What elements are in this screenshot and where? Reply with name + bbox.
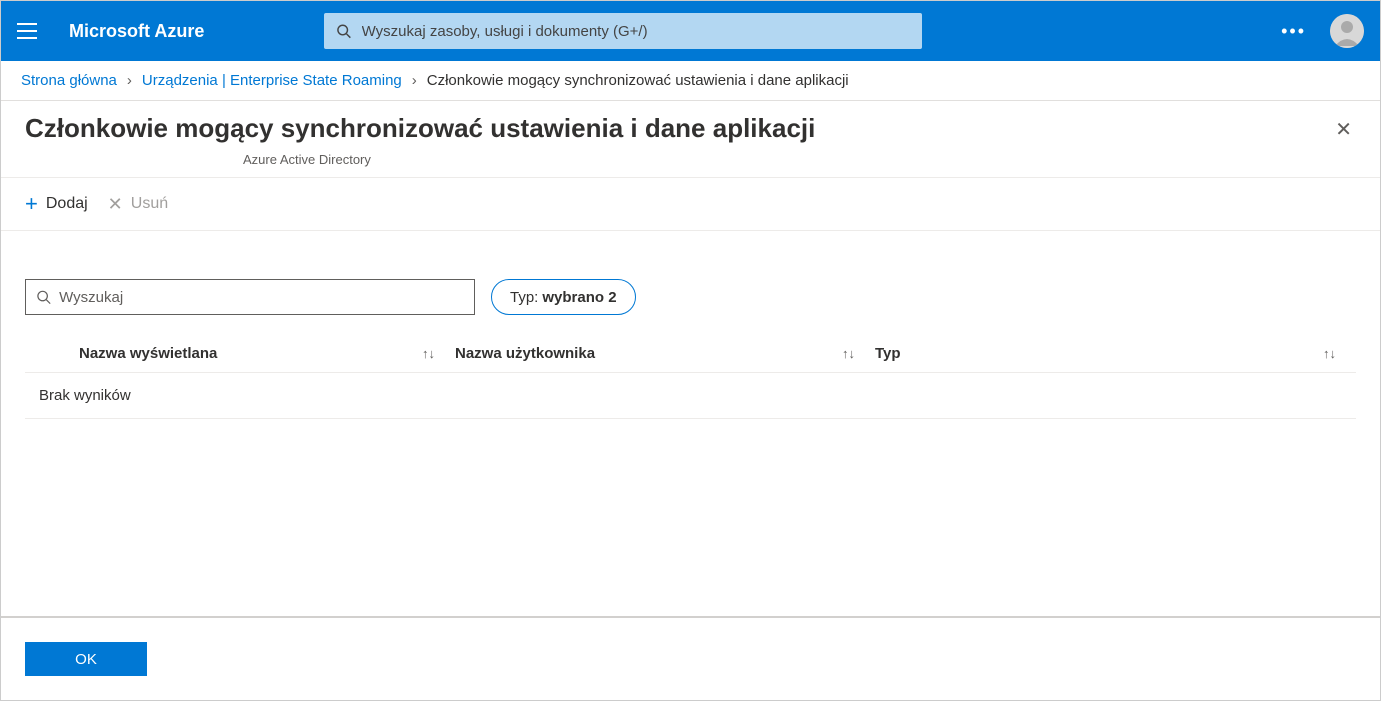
breadcrumb-devices[interactable]: Urządzenia | Enterprise State Roaming (142, 72, 402, 89)
toolbar: + Dodaj ✕ Usuń (1, 177, 1380, 231)
col-display-name[interactable]: Nazwa wyświetlana ↑↓ (25, 345, 455, 362)
col-username[interactable]: Nazwa użytkownika ↑↓ (455, 345, 875, 362)
add-button-label: Dodaj (46, 195, 88, 213)
table-header: Nazwa wyświetlana ↑↓ Nazwa użytkownika ↑… (25, 335, 1356, 373)
col-username-label: Nazwa użytkownika (455, 345, 595, 362)
global-search[interactable] (324, 13, 922, 49)
type-filter-value: wybrano 2 (542, 289, 616, 306)
type-filter-pill[interactable]: Typ: wybrano 2 (491, 279, 636, 315)
hamburger-menu-icon[interactable] (17, 17, 45, 45)
sort-icon: ↑↓ (842, 346, 855, 361)
no-results-row: Brak wyników (25, 373, 1356, 419)
avatar[interactable] (1330, 14, 1364, 48)
breadcrumb-current: Członkowie mogący synchronizować ustawie… (427, 72, 849, 89)
search-field[interactable] (25, 279, 475, 315)
col-type-label: Typ (875, 345, 901, 362)
remove-button[interactable]: ✕ Usuń (108, 194, 168, 215)
brand-label: Microsoft Azure (69, 21, 204, 42)
footer: OK (1, 616, 1380, 700)
col-type[interactable]: Typ ↑↓ (875, 345, 1356, 362)
remove-button-label: Usuń (131, 195, 168, 213)
search-icon (336, 23, 351, 39)
page-subtitle: Azure Active Directory (1, 152, 1380, 167)
chevron-right-icon: › (127, 72, 132, 89)
breadcrumb-home[interactable]: Strona główna (21, 72, 117, 89)
add-button[interactable]: + Dodaj (25, 191, 88, 217)
search-icon (36, 289, 51, 305)
global-search-input[interactable] (362, 23, 911, 40)
type-filter-prefix: Typ: (510, 289, 538, 306)
ok-button[interactable]: OK (25, 642, 147, 676)
plus-icon: + (25, 191, 38, 217)
chevron-right-icon: › (412, 72, 417, 89)
col-display-name-label: Nazwa wyświetlana (79, 345, 217, 362)
x-icon: ✕ (108, 194, 123, 215)
close-icon[interactable]: ✕ (1331, 113, 1356, 146)
breadcrumb: Strona główna › Urządzenia | Enterprise … (1, 61, 1380, 101)
search-input[interactable] (59, 289, 464, 306)
sort-icon: ↑↓ (1323, 346, 1336, 361)
sort-icon: ↑↓ (422, 346, 435, 361)
content-area: Typ: wybrano 2 Nazwa wyświetlana ↑↓ Nazw… (1, 231, 1380, 419)
page-title: Członkowie mogący synchronizować ustawie… (25, 113, 815, 144)
more-menu-icon[interactable]: ••• (1281, 21, 1306, 42)
top-header: Microsoft Azure ••• (1, 1, 1380, 61)
